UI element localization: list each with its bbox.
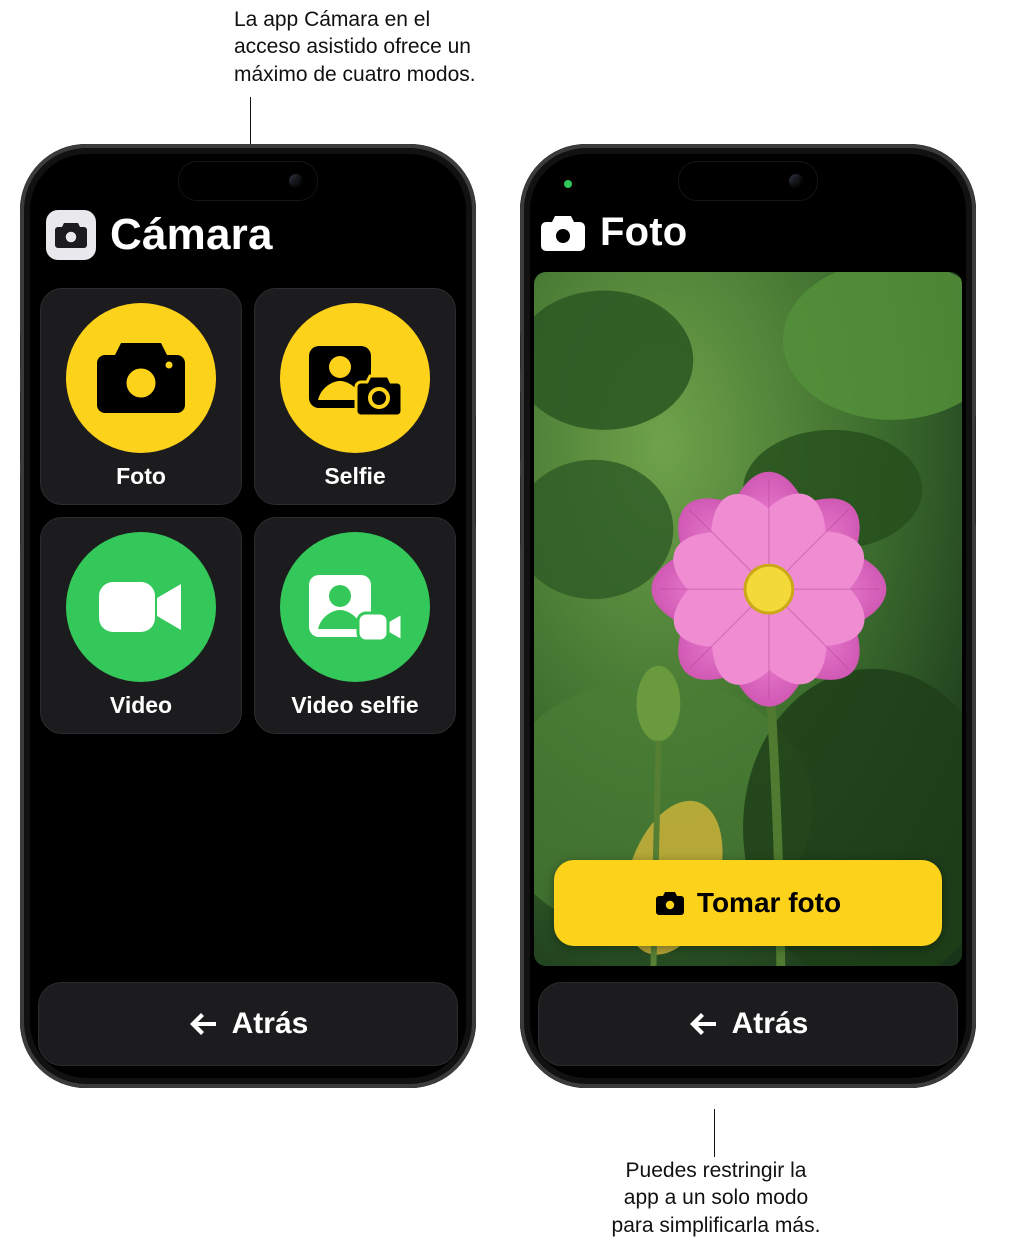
side-button [20,476,21,546]
side-button [520,476,521,546]
side-button [520,392,521,462]
camera-icon [540,214,586,252]
take-photo-label: Tomar foto [697,887,841,919]
mode-selfie[interactable]: Selfie [254,288,456,505]
mode-video-selfie-label: Video selfie [291,692,418,719]
camera-app-icon [46,210,96,260]
side-button [20,392,21,462]
mode-video-label: Video [110,692,172,719]
mode-video-selfie-icon [280,532,430,682]
app-title: Foto [600,210,687,255]
side-button [975,416,976,526]
back-button[interactable]: Atrás [538,982,958,1066]
mode-foto-label: Foto [116,463,166,490]
mode-video[interactable]: Video [40,517,242,734]
mode-foto-icon [66,303,216,453]
callout-bottom: Puedes restringir la app a un solo modo … [586,1157,846,1239]
phone-right: Foto [520,144,976,1088]
app-title: Cámara [110,210,273,260]
app-header: Cámara [46,210,450,260]
take-photo-button[interactable]: Tomar foto [554,860,942,946]
dynamic-island [678,161,818,201]
mode-video-selfie[interactable]: Video selfie [254,517,456,734]
camera-viewfinder: Tomar foto [534,272,962,966]
camera-icon [655,891,685,916]
mode-foto[interactable]: Foto [40,288,242,505]
back-label: Atrás [732,1007,809,1041]
side-button [475,416,476,526]
back-button[interactable]: Atrás [38,982,458,1066]
side-button [20,334,21,370]
dynamic-island [178,161,318,201]
mode-selfie-icon [280,303,430,453]
camera-privacy-indicator [564,180,572,188]
side-button [520,334,521,370]
arrow-left-icon [188,1011,218,1037]
phone-left: Cámara Foto [20,144,476,1088]
mode-grid: Foto Selfie [40,288,456,734]
mode-video-icon [66,532,216,682]
mode-selfie-label: Selfie [324,463,385,490]
callout-bottom-leader [714,1109,715,1157]
callout-top: La app Cámara en el acceso asistido ofre… [234,6,534,88]
arrow-left-icon [688,1011,718,1037]
app-header: Foto [540,210,956,255]
back-label: Atrás [232,1007,309,1041]
